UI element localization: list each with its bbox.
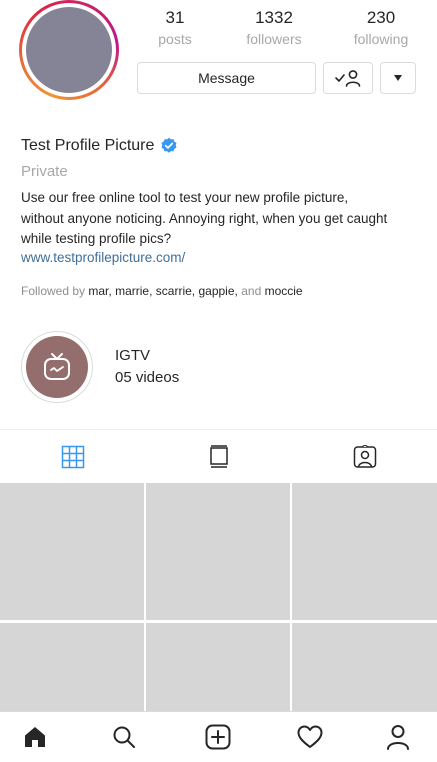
verified-badge-icon [161, 137, 177, 153]
bio-line: while testing profile pics? [21, 231, 172, 246]
followed-by-text[interactable]: Followed by mar, marrie, scarrie, gappie… [21, 284, 303, 298]
nav-profile[interactable] [368, 712, 428, 762]
post-thumbnail[interactable] [146, 483, 290, 620]
followers-count: 1332 [255, 8, 293, 27]
story-highlight-igtv[interactable] [21, 331, 93, 403]
account-privacy-label: Private [21, 163, 68, 180]
profile-bio: Use our free online tool to test your ne… [21, 188, 421, 250]
tagged-icon [353, 444, 376, 468]
profile-stats: 31 posts 1332 followers 230 following [137, 8, 437, 53]
tab-tagged[interactable] [292, 430, 437, 483]
follower-username: gappie [198, 284, 235, 298]
caret-down-icon [394, 75, 402, 81]
follower-username: moccie [264, 284, 303, 298]
more-options-button[interactable] [380, 62, 416, 94]
tab-feed[interactable] [146, 430, 291, 483]
bio-line: without anyone noticing. Annoying right,… [21, 210, 388, 226]
followed-by-prefix: Followed by [21, 284, 86, 298]
stat-following[interactable]: 230 following [331, 8, 431, 50]
stat-followers[interactable]: 1332 followers [224, 8, 324, 50]
bottom-navigation-bar [0, 711, 437, 762]
check-person-icon [335, 70, 361, 87]
profile-avatar[interactable] [19, 0, 119, 100]
profile-website-link[interactable]: www.testprofilepicture.com/ [21, 250, 185, 265]
highlight-subtitle: 05 videos [115, 369, 180, 386]
home-icon [25, 727, 45, 747]
profile-content-tabs [0, 429, 437, 483]
post-thumbnail[interactable] [0, 483, 144, 620]
tab-posts-grid[interactable] [0, 430, 145, 483]
post-thumbnail[interactable] [292, 483, 437, 620]
follower-username: mar [88, 284, 109, 298]
follower-username: marrie [115, 284, 150, 298]
followers-label: followers [246, 31, 302, 47]
posts-label: posts [158, 31, 192, 47]
nav-home[interactable] [5, 712, 65, 762]
grid-icon [61, 445, 84, 468]
igtv-icon [44, 353, 70, 380]
highlight-cover [26, 336, 88, 398]
profile-name-row: Test Profile Picture [21, 137, 178, 155]
stat-posts[interactable]: 31 posts [125, 8, 225, 50]
message-button[interactable]: Message [137, 62, 316, 94]
posts-count: 31 [165, 8, 185, 27]
bio-line: Use our free online tool to test your ne… [21, 190, 349, 205]
nav-activity[interactable] [280, 712, 340, 762]
nav-search[interactable] [94, 712, 154, 762]
profile-icon [387, 725, 409, 750]
igtv-feed-icon [209, 444, 228, 468]
search-icon [113, 726, 135, 748]
avatar-image [26, 7, 112, 93]
follower-username: scarrie [155, 284, 192, 298]
following-status-button[interactable] [323, 62, 373, 94]
heart-icon [297, 725, 323, 748]
new-post-icon [205, 724, 231, 750]
nav-new-post[interactable] [188, 712, 248, 762]
highlight-title: IGTV [115, 347, 151, 364]
followed-by-conjunction: and [241, 284, 262, 298]
following-label: following [353, 31, 409, 47]
following-count: 230 [366, 8, 396, 27]
profile-name: Test Profile Picture [21, 137, 155, 154]
